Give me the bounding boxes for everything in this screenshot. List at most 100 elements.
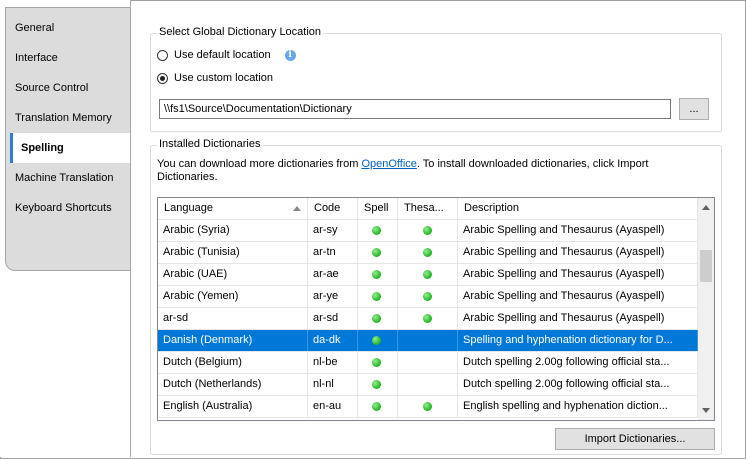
cell-description: Spelling and hyphenation dictionary for … — [458, 330, 698, 351]
browse-button[interactable]: ... — [679, 98, 709, 120]
table-row[interactable]: ar-sd ar-sd Arabic Spelling and Thesaurus … — [158, 308, 698, 330]
cell-thesaurus — [398, 264, 458, 285]
cell-description: Arabic Spelling and Thesaurus (Ayaspell) — [458, 286, 698, 307]
sidebar-item-interface[interactable]: Interface — [5, 43, 131, 73]
cell-language: Arabic (Syria) — [158, 220, 308, 241]
cell-code: ar-sd — [308, 308, 358, 329]
status-dot-icon — [372, 335, 381, 345]
cell-code: ar-ae — [308, 264, 358, 285]
cell-thesaurus — [398, 396, 458, 417]
sidebar-item-keyboard-shortcuts[interactable]: Keyboard Shortcuts — [5, 193, 131, 223]
cell-code: ar-ye — [308, 286, 358, 307]
cell-code: da-dk — [308, 330, 358, 351]
sidebar-item-machine-translation[interactable]: Machine Translation — [5, 163, 131, 193]
cell-spell — [358, 220, 398, 241]
sidebar-divider — [130, 0, 131, 457]
cell-language: English (Australia) — [158, 396, 308, 417]
default-location-radio[interactable] — [157, 49, 168, 61]
column-header-spell[interactable]: Spell — [358, 198, 398, 219]
sidebar-item-source-control[interactable]: Source Control — [5, 73, 131, 103]
sidebar-item-general[interactable]: General — [5, 13, 131, 43]
scrollbar-thumb[interactable] — [700, 250, 712, 282]
cell-description: Arabic Spelling and Thesaurus (Ayaspell) — [458, 264, 698, 285]
custom-location-radio[interactable] — [157, 72, 168, 84]
sidebar-item-translation-memory[interactable]: Translation Memory — [5, 103, 131, 133]
cell-language: Danish (Denmark) — [158, 330, 308, 351]
sort-ascending-icon — [293, 206, 301, 211]
cell-language: Arabic (Yemen) — [158, 286, 308, 307]
status-dot-icon — [372, 313, 381, 323]
dictionary-path-input[interactable]: \\fs1\Source\Documentation\Dictionary — [159, 99, 671, 119]
sidebar: General Interface Source Control Translatio… — [0, 0, 131, 457]
status-dot-icon — [423, 313, 432, 323]
column-header-description[interactable]: Description — [458, 198, 698, 219]
status-dot-icon — [423, 247, 432, 257]
dictionary-location-title: Select Global Dictionary Location — [157, 26, 324, 38]
cell-description: Dutch spelling 2.00g following official … — [458, 352, 698, 373]
openoffice-link[interactable]: OpenOffice — [361, 158, 416, 170]
table-row[interactable]: Arabic (Tunisia) ar-tn Arabic Spelling and… — [158, 242, 698, 264]
scroll-down-icon[interactable] — [702, 408, 710, 413]
cell-code: ar-tn — [308, 242, 358, 263]
info-icon[interactable]: i — [284, 49, 296, 61]
installed-dictionaries-title: Installed Dictionaries — [157, 138, 263, 150]
cell-language: Arabic (UAE) — [158, 264, 308, 285]
cell-description: English spelling and hyphenation diction… — [458, 396, 698, 417]
status-dot-icon — [423, 291, 432, 301]
status-dot-icon — [372, 247, 381, 257]
status-dot-icon — [372, 379, 381, 389]
column-header-language-label: Language — [164, 202, 213, 214]
table-body: Arabic (Syria) ar-sy Arabic Spelling and T… — [158, 220, 698, 418]
status-dot-icon — [372, 291, 381, 301]
cell-thesaurus — [398, 308, 458, 329]
cell-spell — [358, 352, 398, 373]
status-dot-icon — [423, 225, 432, 235]
status-dot-icon — [423, 269, 432, 279]
cell-spell — [358, 308, 398, 329]
default-location-option[interactable]: Use default location i — [157, 46, 296, 64]
cell-thesaurus — [398, 286, 458, 307]
cell-language: Dutch (Netherlands) — [158, 374, 308, 395]
cell-spell — [358, 286, 398, 307]
cell-thesaurus — [398, 330, 458, 351]
table-header: Language Code Spell Thesa... Description — [158, 198, 698, 220]
status-dot-icon — [372, 401, 381, 411]
sidebar-nav: General Interface Source Control Translatio… — [5, 13, 131, 223]
table-row[interactable]: Dutch (Netherlands) nl-nl Dutch spelling 2… — [158, 374, 698, 396]
custom-location-label: Use custom location — [174, 72, 274, 84]
cell-spell — [358, 330, 398, 351]
cell-spell — [358, 242, 398, 263]
cell-thesaurus — [398, 352, 458, 373]
scroll-up-icon[interactable] — [702, 205, 710, 210]
column-header-code[interactable]: Code — [308, 198, 358, 219]
vertical-scrollbar[interactable] — [698, 198, 714, 420]
column-header-language[interactable]: Language — [158, 198, 308, 219]
dictionaries-table: Language Code Spell Thesa... Description… — [157, 197, 715, 421]
table-row[interactable]: Arabic (Syria) ar-sy Arabic Spelling and T… — [158, 220, 698, 242]
table-row[interactable]: Arabic (UAE) ar-ae Arabic Spelling and The… — [158, 264, 698, 286]
table-row[interactable]: Arabic (Yemen) ar-ye Arabic Spelling and T… — [158, 286, 698, 308]
cell-description: Arabic Spelling and Thesaurus (Ayaspell) — [458, 242, 698, 263]
cell-code: ar-sy — [308, 220, 358, 241]
cell-thesaurus — [398, 242, 458, 263]
cell-thesaurus — [398, 374, 458, 395]
table-row[interactable]: Danish (Denmark) da-dk Spelling and hyphen… — [158, 330, 698, 352]
status-dot-icon — [372, 269, 381, 279]
cell-description: Arabic Spelling and Thesaurus (Ayaspell) — [458, 308, 698, 329]
download-note: You can download more dictionaries from … — [157, 158, 697, 184]
cell-spell — [358, 264, 398, 285]
import-dictionaries-button[interactable]: Import Dictionaries... — [555, 428, 715, 450]
custom-location-option[interactable]: Use custom location — [157, 69, 273, 87]
cell-spell — [358, 374, 398, 395]
download-note-text: You can download more dictionaries from — [157, 158, 362, 170]
table-row[interactable]: Dutch (Belgium) nl-be Dutch spelling 2.00g… — [158, 352, 698, 374]
status-dot-icon — [423, 401, 432, 411]
dictionary-location-group: Select Global Dictionary Location Use de… — [150, 26, 722, 132]
cell-language: ar-sd — [158, 308, 308, 329]
sidebar-item-spelling[interactable]: Spelling — [10, 133, 131, 163]
table-row[interactable]: English (Australia) en-au English spelling… — [158, 396, 698, 418]
cell-code: nl-be — [308, 352, 358, 373]
column-header-thesaurus[interactable]: Thesa... — [398, 198, 458, 219]
cell-code: nl-nl — [308, 374, 358, 395]
cell-spell — [358, 396, 398, 417]
